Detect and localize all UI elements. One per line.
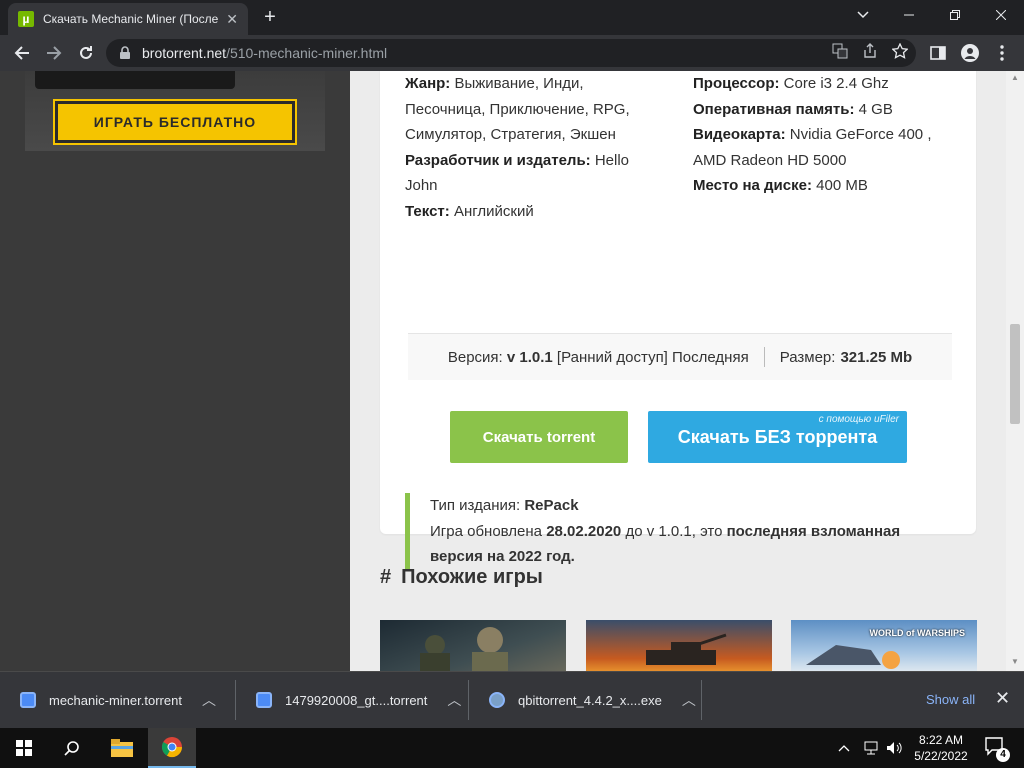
profile-avatar-icon[interactable] (956, 39, 984, 67)
spec-gpu: Видеокарта: Nvidia GeForce 400 , AMD Rad… (693, 126, 932, 169)
reload-icon[interactable] (72, 39, 100, 67)
bookmark-star-icon[interactable] (891, 41, 909, 64)
clock-date: 5/22/2022 (914, 749, 968, 763)
chevron-up-icon[interactable]: ︿ (202, 690, 216, 710)
size-info: Размер: 321.25 Mb (779, 348, 913, 366)
file-icon (256, 692, 272, 708)
download-direct-button[interactable]: Скачать БЕЗ торрента с помощью uFiler (648, 411, 907, 463)
utorrent-favicon-icon: µ (18, 11, 34, 27)
download-item[interactable]: qbittorrent_4.4.2_x....exe ︿ (469, 680, 702, 720)
volume-icon[interactable] (886, 728, 904, 768)
system-requirements: Процессор: Core i3 2.4 Ghz Оперативная п… (693, 71, 963, 199)
main-content: Жанр: Выживание, Инди, Песочница, Приклю… (350, 71, 1006, 671)
close-window-button[interactable] (978, 0, 1024, 30)
release-info: Тип издания: RePack Игра обновлена 28.02… (405, 493, 945, 570)
spec-ram: Оперативная память: 4 GB (693, 100, 893, 118)
version-info: Версия: v 1.0.1 [Ранний доступ] Последня… (447, 348, 749, 366)
similar-game-thumb[interactable] (586, 620, 772, 671)
browser-tab[interactable]: µ Скачать Mechanic Miner (После ✕ (8, 3, 248, 35)
game-details: Жанр: Выживание, Инди, Песочница, Приклю… (405, 71, 665, 225)
chevron-up-icon[interactable]: ︿ (447, 690, 461, 710)
forward-arrow-icon[interactable] (40, 39, 68, 67)
kebab-menu-icon[interactable] (988, 39, 1016, 67)
spec-text-language: Текст: Английский (405, 202, 534, 220)
search-icon[interactable] (48, 728, 96, 768)
downloads-shelf: mechanic-miner.torrent ︿ 1479920008_gt..… (0, 671, 1024, 728)
chevron-up-icon[interactable]: ︿ (682, 690, 696, 710)
restore-button[interactable] (932, 0, 978, 30)
download-torrent-button[interactable]: Скачать torrent (450, 411, 628, 463)
play-free-button[interactable]: ИГРАТЬ БЕСПЛАТНО (53, 99, 297, 145)
similar-game-thumb[interactable] (380, 620, 566, 671)
spec-genre: Жанр: Выживание, Инди, Песочница, Приклю… (405, 75, 630, 144)
address-bar[interactable]: brotorrent.net/510-mechanic-miner.html (106, 39, 916, 67)
file-icon (20, 692, 36, 708)
windows-taskbar: 8:22 AM 5/22/2022 4 (0, 728, 1024, 768)
download-direct-label: Скачать БЕЗ торрента (677, 426, 878, 447)
notification-center-icon[interactable]: 4 (984, 736, 1010, 762)
system-clock[interactable]: 8:22 AM 5/22/2022 (908, 732, 974, 764)
release-type: Тип издания: RePack (430, 497, 579, 514)
scroll-up-icon[interactable]: ▲ (1011, 73, 1019, 82)
similar-game-thumb[interactable]: WORLD of WARSHIPS (791, 620, 977, 671)
tab-search-icon[interactable] (840, 0, 886, 30)
lock-icon (120, 46, 130, 59)
tab-close-icon[interactable]: ✕ (226, 11, 238, 28)
download-item[interactable]: 1479920008_gt....torrent ︿ (236, 680, 469, 720)
close-shelf-icon[interactable]: ✕ (995, 688, 1010, 709)
version-bar: Версия: v 1.0.1 [Ранний доступ] Последня… (408, 333, 952, 380)
version-divider (763, 347, 765, 367)
ad-weapon-image (35, 71, 235, 89)
windows-start-icon[interactable] (0, 728, 48, 768)
warships-logo: WORLD of WARSHIPS (869, 628, 966, 638)
scrollbar-thumb[interactable] (1010, 324, 1020, 424)
file-explorer-icon[interactable] (98, 728, 146, 768)
chrome-icon[interactable] (148, 728, 196, 768)
share-icon[interactable] (862, 42, 878, 64)
ad-banner[interactable]: ИГРАТЬ БЕСПЛАТНО (25, 71, 325, 151)
show-all-downloads-link[interactable]: Show all (926, 692, 975, 707)
scroll-down-icon[interactable]: ▼ (1011, 657, 1019, 666)
side-panel-icon[interactable] (924, 39, 952, 67)
browser-toolbar: brotorrent.net/510-mechanic-miner.html (0, 35, 1024, 71)
back-arrow-icon[interactable] (8, 39, 36, 67)
ufiler-caption: с помощью uFiler (818, 414, 899, 425)
game-info-card: Жанр: Выживание, Инди, Песочница, Приклю… (380, 71, 976, 570)
url-text: brotorrent.net/510-mechanic-miner.html (142, 45, 388, 61)
similar-games-heading: # Похожие игры (380, 566, 543, 588)
notification-count-badge: 4 (996, 748, 1010, 762)
spec-cpu: Процессор: Core i3 2.4 Ghz (693, 75, 889, 92)
minimize-button[interactable] (886, 0, 932, 30)
page-viewport: ИГРАТЬ БЕСПЛАТНО Жанр: Выживание, Инди, … (0, 71, 1024, 671)
installer-icon (489, 692, 505, 708)
spec-disk: Место на диске: 400 MB (693, 177, 868, 195)
network-icon[interactable] (862, 728, 880, 768)
new-tab-button[interactable]: + (258, 5, 282, 29)
release-update: Игра обновлена 28.02.2020 до v 1.0.1, эт… (430, 522, 901, 566)
page-scrollbar[interactable]: ▲ ▼ (1006, 71, 1024, 671)
left-sidebar: ИГРАТЬ БЕСПЛАТНО (0, 71, 350, 671)
spec-developer: Разработчик и издатель: Hello John (405, 151, 630, 195)
download-item[interactable]: mechanic-miner.torrent ︿ (0, 680, 236, 720)
tab-strip: µ Скачать Mechanic Miner (После ✕ + (0, 0, 1024, 35)
translate-icon[interactable] (832, 43, 848, 64)
clock-time: 8:22 AM (918, 733, 964, 747)
tray-chevron-up-icon[interactable] (838, 728, 850, 768)
tab-title: Скачать Mechanic Miner (После (43, 12, 219, 26)
